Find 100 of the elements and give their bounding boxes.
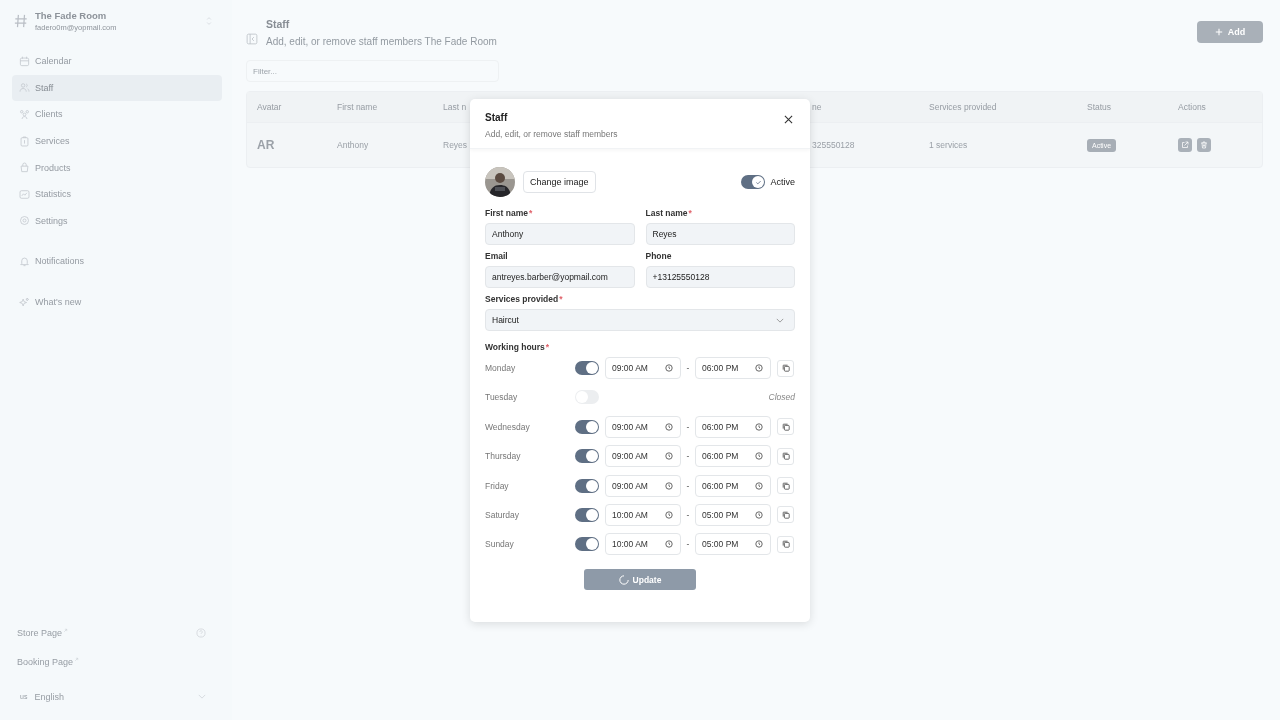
copy-icon — [781, 452, 790, 461]
table-cell-text: Anthony — [337, 140, 370, 150]
time-field[interactable]: 06:00 PM — [695, 357, 771, 379]
time-field[interactable]: 09:00 AM — [605, 415, 681, 438]
change-image-button[interactable]: Change image — [523, 171, 596, 193]
time-field[interactable]: 10:00 AM — [605, 503, 681, 526]
clock-icon — [665, 364, 673, 372]
range-separator: - — [685, 363, 691, 373]
day-label: Tuesday — [485, 392, 519, 403]
clock-icon — [665, 510, 673, 519]
check-icon — [755, 178, 762, 186]
day-label: Saturday — [485, 509, 521, 520]
copy-icon — [781, 364, 790, 372]
clipboard-icon — [19, 135, 30, 147]
field-label: First name* — [485, 208, 534, 219]
page-subtitle: Add, edit, or remove staff members The Fade Room — [266, 36, 498, 47]
text-field[interactable]: Reyes — [645, 223, 795, 245]
sparkle-icon — [19, 296, 30, 308]
copy-icon — [781, 481, 790, 490]
hash-icon — [14, 14, 28, 28]
day-label: Friday — [485, 480, 510, 491]
clock-icon — [755, 481, 763, 490]
chevron-down-icon — [776, 317, 784, 323]
external-link-icon — [74, 656, 80, 662]
spinner-icon — [618, 574, 629, 585]
copy-button[interactable] — [777, 477, 794, 495]
delete-button[interactable] — [1197, 138, 1211, 152]
day-toggle[interactable] — [575, 449, 599, 464]
services-select[interactable]: Haircut — [485, 309, 795, 331]
clock-icon — [665, 540, 673, 549]
toggle-label: Active — [770, 177, 795, 187]
workspace-name: The Fade Room — [35, 10, 108, 21]
dialog-subtitle: Add, edit, or remove staff members — [485, 129, 618, 139]
table-cell-text: 1 services — [929, 140, 969, 150]
chart-icon — [19, 188, 30, 200]
time-field[interactable]: 09:00 AM — [605, 474, 681, 497]
field-label: Last name* — [645, 208, 693, 219]
text-field[interactable]: +13125550128 — [645, 266, 795, 288]
copy-button[interactable] — [777, 418, 794, 436]
day-label: Thursday — [485, 451, 522, 462]
gear-icon — [19, 215, 30, 227]
filter-field[interactable]: Filter... — [246, 60, 499, 82]
field-label: Phone — [645, 251, 673, 262]
chevron-down-icon — [198, 694, 206, 699]
bag-icon — [19, 162, 30, 174]
day-toggle[interactable] — [575, 478, 599, 493]
field-label: Email — [485, 251, 509, 262]
plus-icon — [1214, 28, 1223, 36]
field-label: Working hours* — [485, 342, 551, 353]
day-label: Monday — [485, 363, 517, 373]
clock-icon — [755, 364, 763, 372]
range-separator: - — [685, 451, 691, 462]
day-toggle[interactable] — [575, 537, 599, 552]
copy-button[interactable] — [777, 506, 794, 524]
field-label: Services provided* — [485, 294, 564, 305]
column-header: Status — [1087, 102, 1113, 112]
day-toggle[interactable] — [575, 507, 599, 522]
page-title: Staff — [266, 18, 291, 30]
copy-icon — [781, 540, 790, 549]
closed-label: Closed — [768, 392, 795, 403]
time-field[interactable]: 05:00 PM — [695, 533, 771, 556]
avatar-initials: AR — [257, 138, 275, 152]
clock-icon — [755, 422, 763, 431]
copy-button[interactable] — [777, 447, 794, 465]
copy-button[interactable] — [777, 535, 794, 553]
column-header: Last n — [443, 102, 468, 112]
day-label: Sunday — [485, 539, 515, 550]
range-separator: - — [685, 509, 691, 520]
day-toggle[interactable] — [575, 361, 599, 375]
day-toggle[interactable] — [575, 419, 599, 434]
edit-button[interactable] — [1178, 138, 1192, 152]
time-field[interactable]: 06:00 PM — [695, 474, 771, 497]
edit-icon — [1181, 141, 1189, 149]
text-field[interactable]: Anthony — [485, 223, 635, 245]
copy-icon — [781, 510, 790, 519]
column-header: Avatar — [257, 102, 283, 112]
sidebar-toggle-icon[interactable] — [246, 33, 258, 45]
clock-icon — [755, 452, 763, 461]
copy-icon — [781, 422, 790, 431]
clock-icon — [665, 452, 673, 461]
clock-icon — [665, 422, 673, 431]
copy-button[interactable] — [777, 359, 794, 377]
time-field[interactable]: 09:00 AM — [605, 445, 681, 468]
time-field[interactable]: 06:00 PM — [695, 415, 771, 438]
time-field[interactable]: 06:00 PM — [695, 445, 771, 468]
clock-icon — [755, 510, 763, 519]
active-toggle[interactable] — [741, 175, 766, 189]
trash-icon — [1200, 141, 1208, 149]
day-label: Wednesday — [485, 421, 531, 432]
table-cell-text: 325550128 — [812, 140, 856, 150]
text-field[interactable]: antreyes.barber@yopmail.com — [485, 266, 635, 288]
close-icon[interactable] — [784, 115, 793, 124]
time-field[interactable]: 10:00 AM — [605, 533, 681, 556]
external-link-icon — [63, 627, 69, 633]
range-separator: - — [685, 539, 691, 550]
time-field[interactable]: 09:00 AM — [605, 357, 681, 379]
bell-icon — [19, 255, 30, 267]
calendar-icon — [19, 55, 30, 67]
clock-icon — [755, 540, 763, 549]
time-field[interactable]: 05:00 PM — [695, 503, 771, 526]
